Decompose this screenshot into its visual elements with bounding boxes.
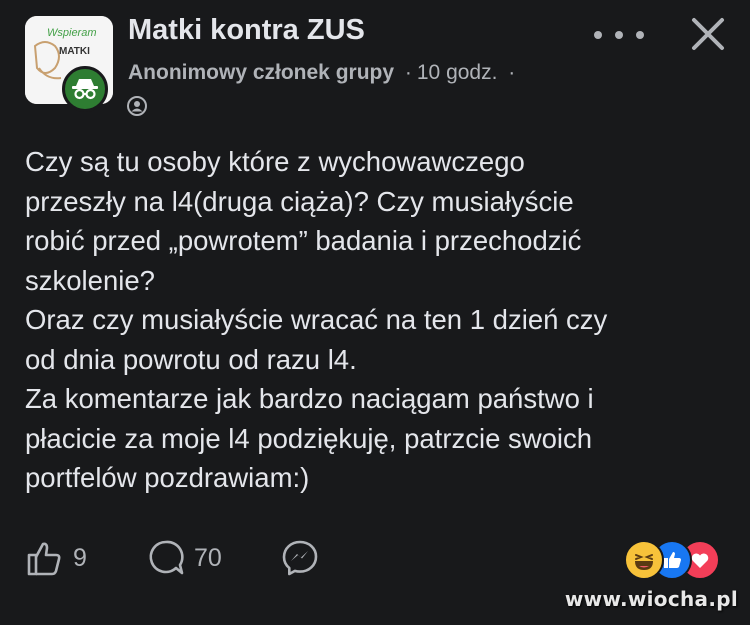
post-line: od dnia powrotu od razu l4.	[25, 343, 357, 375]
dot-icon	[594, 31, 602, 39]
post-header: Wspieram MATKI Matki kontra ZUS Anonimow…	[0, 0, 750, 130]
post-time[interactable]: 10 godz.	[417, 61, 498, 84]
dot-icon	[636, 31, 644, 39]
post-line: płacicie za moje l4 podziękuję, patrzcie…	[25, 422, 593, 454]
post-line: Oraz czy musiałyście wracać na ten 1 dzi…	[25, 304, 608, 335]
post-line: portfelów pozdrawiam:)	[25, 462, 310, 493]
watermark: www.wiocha.pl	[564, 587, 738, 611]
meta-separator: ·	[404, 61, 412, 84]
reaction-summary[interactable]	[624, 540, 724, 580]
post-meta: Anonimowy członek grupy · 10 godz. ·	[128, 61, 520, 85]
comment-button[interactable]: 70	[146, 538, 222, 578]
post-actions: 9 70	[0, 530, 750, 590]
haha-reaction-icon	[624, 540, 664, 580]
post-line: robić przed „powrotem” badania i przecho…	[25, 225, 582, 256]
post-line: Czy są tu osoby które z wychowawczego	[25, 146, 525, 177]
author-name[interactable]: Anonimowy członek grupy	[128, 61, 394, 84]
svg-text:MATKI: MATKI	[59, 46, 90, 57]
thumbs-up-icon	[27, 542, 61, 576]
post-line: Za komentarze jak bardzo naciągam państw…	[25, 383, 594, 414]
post-text: Czy są tu osoby które z wychowawczego pr…	[25, 142, 737, 498]
messenger-share-button[interactable]	[280, 538, 320, 578]
svg-text:Wspieram: Wspieram	[47, 27, 97, 39]
post-line: szkolenie?	[25, 264, 155, 296]
group-name-link[interactable]: Matki kontra ZUS	[128, 14, 365, 47]
comment-count: 70	[194, 543, 222, 572]
meta-separator-2: ·	[508, 61, 516, 84]
anonymous-badge-icon	[62, 66, 108, 112]
close-icon[interactable]	[688, 14, 728, 54]
messenger-icon	[282, 540, 318, 576]
more-options-button[interactable]	[594, 22, 644, 48]
post-line: przeszły na l4(druga ciąża)? Czy musiały…	[25, 185, 574, 217]
privacy-group-icon[interactable]	[126, 95, 148, 117]
like-button[interactable]: 9	[25, 538, 87, 578]
comment-icon	[149, 540, 184, 575]
like-count: 9	[73, 543, 87, 572]
dot-icon	[615, 31, 623, 39]
